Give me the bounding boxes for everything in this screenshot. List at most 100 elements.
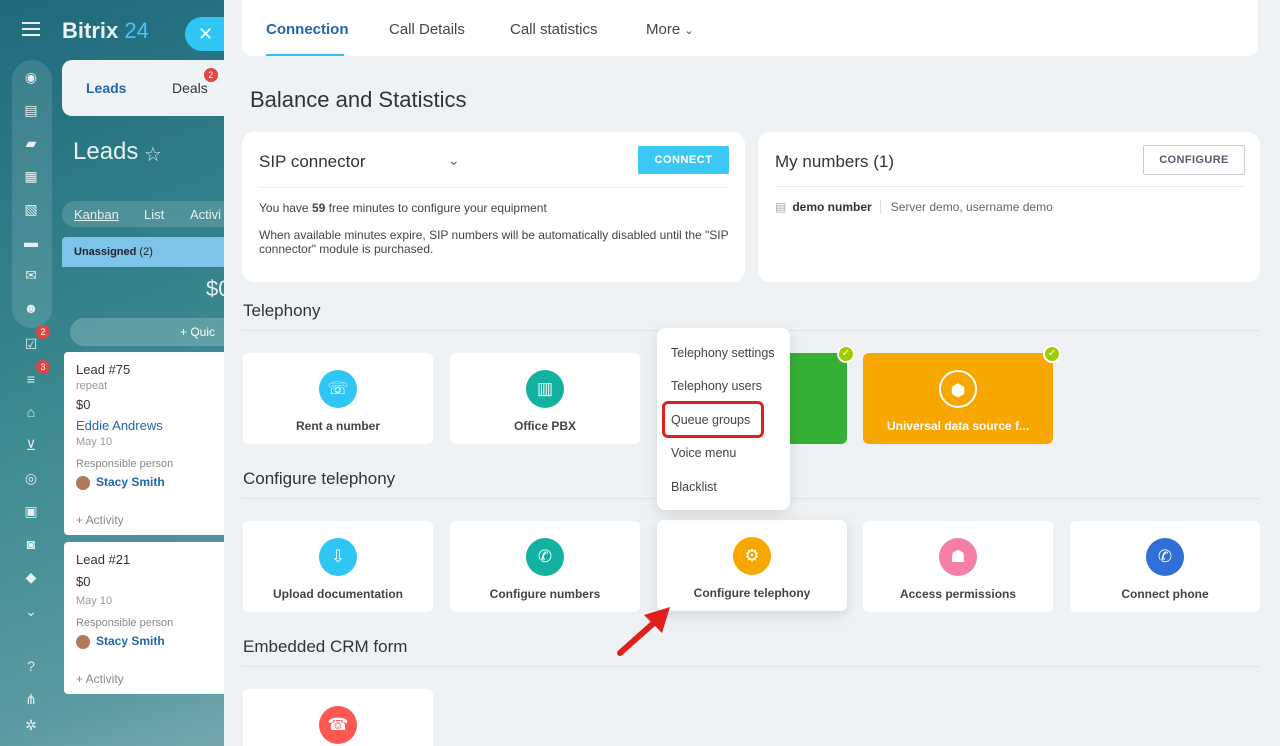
docs-icon[interactable]: ▧	[20, 198, 42, 220]
resp-name: Stacy Smith	[96, 634, 165, 648]
number-server: Server demo, username demo	[879, 200, 1053, 214]
avatar	[76, 475, 90, 490]
tab-connection[interactable]: Connection	[266, 21, 349, 38]
lead-subtitle: repeat	[76, 380, 108, 392]
phone-plug-icon: ✆	[1146, 538, 1184, 576]
mail-icon[interactable]: ✉	[20, 264, 42, 286]
tab-call-statistics[interactable]: Call statistics	[510, 21, 598, 38]
tile-rent-number[interactable]: ☏ Rent a number	[243, 353, 433, 444]
tile-universal-data-source[interactable]: ⬢ Universal data source f... ✓	[863, 345, 1061, 444]
cart-icon[interactable]: ⊻	[20, 434, 42, 456]
tile-connect-phone[interactable]: ✆ Connect phone	[1070, 521, 1260, 612]
menu-item-telephony-users[interactable]: Telephony users	[671, 379, 762, 393]
configure-telephony-dropdown: Telephony settings Telephony users Queue…	[657, 328, 790, 510]
store-icon[interactable]: ⌂	[20, 401, 42, 423]
lead-card[interactable]: Lead #21 $0 May 10 Responsible person St…	[64, 542, 232, 694]
column-name: Unassigned	[74, 246, 137, 258]
free-minutes-text: You have 59 free minutes to configure yo…	[259, 201, 547, 215]
connect-button[interactable]: CONNECT	[638, 146, 729, 174]
phone-gear-icon: ✆	[526, 538, 564, 576]
more-chevron-icon[interactable]: ⌄	[20, 600, 42, 622]
minutes-count: 59	[311, 201, 326, 215]
target-icon[interactable]: ◎	[20, 467, 42, 489]
tile-label: Upload documentation	[273, 587, 403, 601]
lead-client[interactable]: Eddie Andrews	[76, 418, 163, 433]
resp-person[interactable]: Stacy Smith	[76, 475, 165, 490]
stream-icon[interactable]: ◉	[20, 66, 42, 88]
minutes-pre: You have	[259, 201, 309, 215]
tile-label: Connect phone	[1121, 587, 1209, 601]
lead-name[interactable]: Lead #75	[76, 362, 130, 377]
quick-add-button[interactable]: + Quic	[70, 318, 232, 346]
menu-item-blacklist[interactable]: Blacklist	[671, 480, 717, 494]
close-icon: ✕	[198, 24, 214, 44]
close-slider-button[interactable]: ✕	[185, 17, 225, 51]
chevron-down-icon: ⌄	[684, 25, 694, 37]
id-card-icon[interactable]: ▣	[20, 500, 42, 522]
add-activity-link[interactable]: + Activity	[76, 672, 124, 686]
resp-name: Stacy Smith	[96, 475, 165, 489]
tile-office-pbx[interactable]: ▥ Office PBX	[450, 353, 640, 444]
tile-label: Rent a number	[295, 419, 380, 433]
chevron-down-icon[interactable]: ⌄	[448, 152, 460, 169]
brand-logo[interactable]: Bitrix 24	[62, 18, 149, 44]
robot-icon[interactable]: ◙	[20, 533, 42, 555]
tile-access-permissions[interactable]: ☗ Access permissions	[863, 521, 1053, 612]
view-kanban[interactable]: Kanban	[74, 207, 119, 222]
resp-person[interactable]: Stacy Smith	[76, 634, 165, 649]
sip-title[interactable]: SIP connector	[259, 152, 365, 172]
groups-icon[interactable]: ☻	[20, 297, 42, 319]
slider-tabs: Connection Call Details Call statistics …	[242, 0, 1258, 56]
cube-icon: ⬢	[939, 370, 977, 408]
phone-call-icon: ☎	[319, 706, 357, 744]
tile-crm-form[interactable]: ☎	[243, 689, 433, 746]
tasks-icon[interactable]: ▤	[20, 99, 42, 121]
resp-label: Responsible person	[76, 617, 174, 629]
menu-item-voice-menu[interactable]: Voice menu	[671, 446, 736, 460]
drive-icon[interactable]: ▬	[20, 231, 42, 253]
tab-leads[interactable]: Leads	[86, 80, 126, 96]
user-lock-icon: ☗	[939, 538, 977, 576]
tile-label: Access permissions	[899, 587, 1017, 601]
star-icon[interactable]: ☆	[144, 142, 162, 167]
avatar	[76, 634, 90, 649]
crm-filter-icon[interactable]: ≡ 3	[20, 360, 50, 390]
menu-icon[interactable]	[22, 22, 40, 36]
settings-icon[interactable]: ✲	[20, 714, 42, 736]
tile-upload-documentation[interactable]: ⇩ Upload documentation	[243, 521, 433, 612]
view-switcher: Kanban List Activi	[62, 201, 232, 227]
lead-name[interactable]: Lead #21	[76, 552, 130, 567]
sitemap-icon[interactable]: ⋔	[20, 688, 42, 710]
help-icon[interactable]: ?	[20, 655, 42, 677]
tab-more-label: More	[646, 21, 681, 38]
box-icon[interactable]: ◆	[20, 566, 42, 588]
number-name: demo number	[792, 200, 872, 214]
view-activity[interactable]: Activi	[190, 207, 221, 222]
calendar-icon[interactable]: ▦	[20, 165, 42, 187]
active-tab-underline	[266, 54, 344, 56]
left-sidebar: ◉ ▤ ▰ ▦ ▧ ▬ ✉ ☻ ☑ 2 ≡ 3 ⌂ ⊻ ◎ ▣ ◙ ◆ ⌄ ? ⋔ …	[0, 0, 62, 746]
pbx-icon: ▥	[526, 370, 564, 408]
configure-button[interactable]: CONFIGURE	[1143, 145, 1245, 175]
lead-card[interactable]: Lead #75 repeat $0 Eddie Andrews May 10 …	[64, 352, 232, 535]
tab-more[interactable]: More ⌄	[646, 21, 694, 38]
divider	[775, 186, 1245, 187]
annotation-arrow-icon	[617, 607, 670, 656]
column-count: (2)	[139, 246, 153, 258]
kanban-column-header[interactable]: Unassigned (2)	[62, 237, 232, 267]
tab-call-details[interactable]: Call Details	[389, 21, 465, 38]
sip-connector-card: SIP connector ⌄ CONNECT You have 59 free…	[242, 132, 745, 282]
checklist-icon[interactable]: ☑ 2	[20, 325, 50, 355]
menu-item-queue-groups[interactable]: Queue groups	[671, 413, 750, 427]
view-list[interactable]: List	[144, 207, 164, 222]
add-activity-link[interactable]: + Activity	[76, 513, 124, 527]
section-embedded-crm-form: Embedded CRM form	[243, 637, 408, 656]
check-icon: ✓	[837, 345, 855, 363]
chat-icon[interactable]: ▰	[20, 132, 42, 154]
lead-amount: $0	[76, 574, 91, 589]
tab-deals[interactable]: Deals 2	[172, 68, 218, 96]
section-configure-telephony: Configure telephony	[243, 469, 396, 488]
menu-item-telephony-settings[interactable]: Telephony settings	[671, 346, 775, 360]
badge: 2	[36, 325, 50, 339]
sip-notice: When available minutes expire, SIP numbe…	[259, 228, 729, 256]
